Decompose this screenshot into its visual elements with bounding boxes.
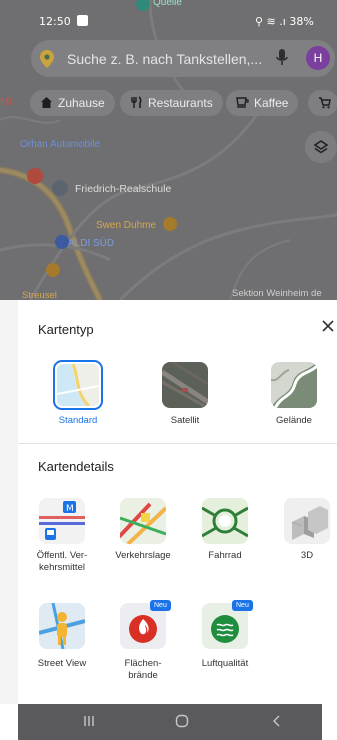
detail-street-view[interactable] xyxy=(39,603,85,649)
gallery-notification-icon xyxy=(77,15,88,26)
detail-transit-label: Öffentl. Ver- kehrsmittel xyxy=(36,550,88,573)
detail-traffic-label: Verkehrslage xyxy=(115,550,171,561)
home-icon xyxy=(41,97,52,108)
chip-restaurants-label: Restaurants xyxy=(148,96,213,110)
details-title: Kartendetails xyxy=(38,459,114,474)
new-badge-wildfires: Neu xyxy=(150,600,171,611)
maps-pin-icon xyxy=(40,50,54,68)
detail-wildfires-label: Flächen- brände xyxy=(124,658,162,681)
status-battery: ⚲ ≋ .ı 38% xyxy=(255,15,314,28)
standard-map-thumbnail xyxy=(56,363,100,408)
recent-apps-icon[interactable] xyxy=(82,714,96,728)
detail-bike[interactable] xyxy=(202,498,248,544)
map-type-standard[interactable] xyxy=(53,360,103,410)
status-time: 12:50 xyxy=(39,15,71,28)
map-label-weinheim: Sektion Weinheim de xyxy=(232,288,322,299)
system-nav-bar xyxy=(18,704,322,740)
layers-icon xyxy=(313,140,329,154)
map-type-terrain[interactable] xyxy=(271,362,317,408)
map-label-school: Friedrich-Realschule xyxy=(75,183,172,195)
search-input[interactable]: Suche z. B. nach Tankstellen,... xyxy=(67,51,262,67)
detail-traffic[interactable] xyxy=(120,498,166,544)
back-icon[interactable] xyxy=(270,714,284,728)
map-type-terrain-label: Gelände xyxy=(276,415,312,426)
map-label-streusel: Streusel xyxy=(22,290,57,300)
divider xyxy=(18,443,337,444)
microphone-icon[interactable] xyxy=(276,49,288,67)
map-label-aldi: ALDI SÜD xyxy=(68,238,115,249)
svg-text:M: M xyxy=(66,504,74,514)
detail-street-view-label: Street View xyxy=(37,658,87,669)
close-icon[interactable] xyxy=(318,316,337,336)
chip-home-label: Zuhause xyxy=(58,96,105,110)
map-label-duhme: Swen Duhme xyxy=(96,220,157,231)
chip-restaurants[interactable]: Restaurants xyxy=(120,90,223,116)
chip-coffee[interactable]: Kaffee xyxy=(226,90,299,116)
map-type-satellite[interactable] xyxy=(162,362,208,408)
sheet-title: Kartentyp xyxy=(38,322,94,337)
map-label-mi: Mi xyxy=(0,96,12,108)
detail-3d-label: 3D xyxy=(300,550,314,561)
search-bar[interactable]: Suche z. B. nach Tankstellen,... H xyxy=(31,40,335,77)
cart-icon xyxy=(319,97,331,109)
terrain-map-thumbnail xyxy=(271,362,317,408)
detail-transit[interactable]: M xyxy=(39,498,85,544)
street-view-icon xyxy=(39,603,85,649)
chip-home[interactable]: Zuhause xyxy=(30,90,115,116)
chip-coffee-label: Kaffee xyxy=(254,96,289,110)
chip-shopping[interactable] xyxy=(308,90,337,116)
map-label-orhan: Orhan Automobile xyxy=(20,139,101,150)
bike-icon xyxy=(202,498,248,544)
map-label-quelle: Quelle xyxy=(153,0,182,8)
traffic-icon xyxy=(120,498,166,544)
battery-level: 38% xyxy=(289,15,314,28)
coffee-icon xyxy=(236,97,249,108)
3d-buildings-icon xyxy=(284,498,330,544)
satellite-map-thumbnail xyxy=(162,362,208,408)
detail-air-quality-label: Luftqualität xyxy=(201,658,249,669)
home-nav-icon[interactable] xyxy=(175,714,189,728)
map-view[interactable]: 12:50 ⚲ ≋ .ı 38% Quelle Suche z. B. nach… xyxy=(0,0,337,300)
map-type-standard-label: Standard xyxy=(58,415,98,426)
fork-knife-icon xyxy=(131,96,142,108)
layers-button[interactable] xyxy=(305,131,337,163)
detail-bike-label: Fahrrad xyxy=(208,550,242,561)
detail-3d[interactable] xyxy=(284,498,330,544)
transit-icon: M xyxy=(39,498,85,544)
avatar[interactable]: H xyxy=(306,46,330,70)
map-type-satellite-label: Satellit xyxy=(170,415,200,426)
new-badge-air-quality: Neu xyxy=(232,600,253,611)
